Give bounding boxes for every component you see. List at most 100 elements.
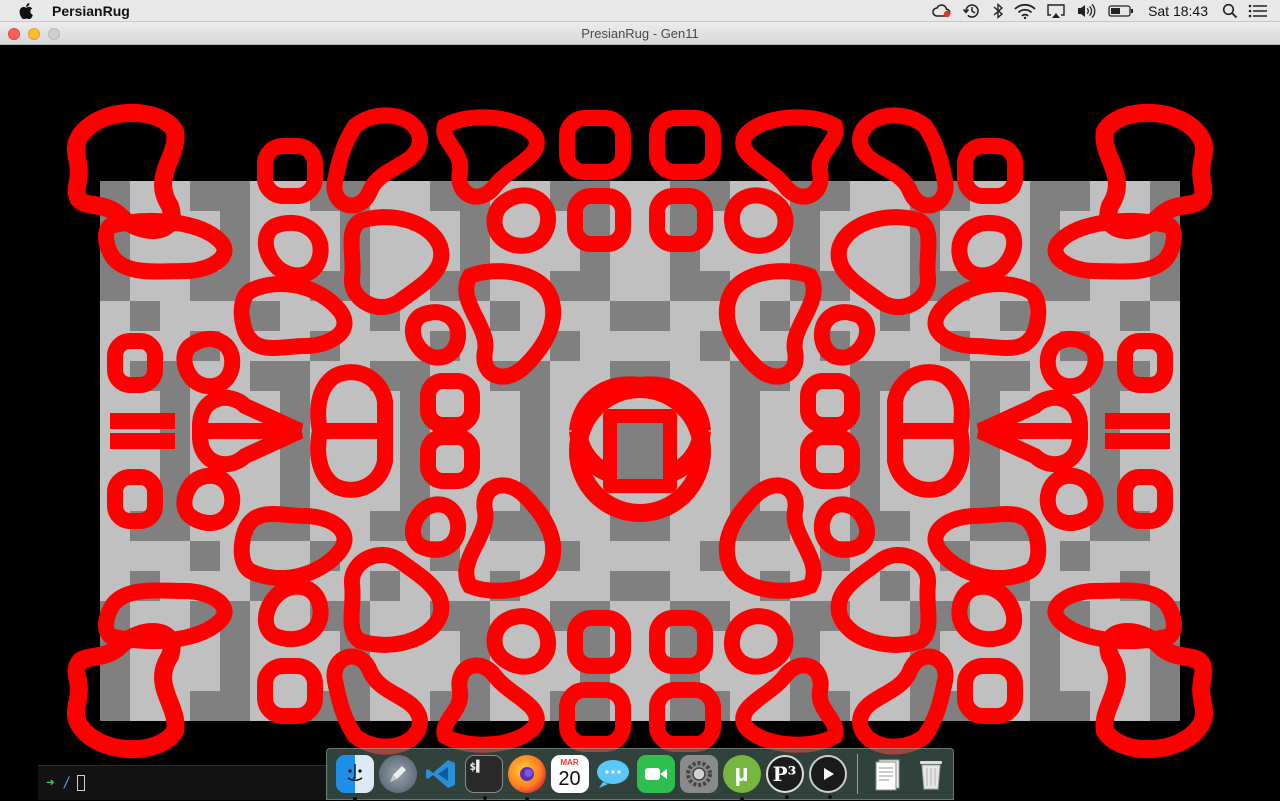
running-indicator: [784, 795, 789, 799]
window-minimize-button[interactable]: [28, 28, 40, 40]
utorrent-glyph: µ: [734, 760, 749, 787]
calendar-day: 20: [558, 768, 581, 790]
rug-check-cell: [520, 451, 550, 481]
rug-check-cell: [520, 421, 550, 451]
rug-check-cell: [730, 451, 760, 481]
rug-check-cell: [460, 601, 490, 631]
menubar-clock[interactable]: Sat 18:43: [1148, 0, 1208, 22]
dock-separator: [857, 754, 858, 794]
rug-check-cell: [490, 301, 520, 331]
terminal-glyph: $▌: [469, 760, 483, 773]
rug-check-cell: [610, 571, 640, 601]
rug-check-cell: [280, 481, 310, 511]
rug-check-cell: [730, 421, 760, 451]
rug-check-cell: [670, 271, 700, 301]
firefox-icon[interactable]: [507, 755, 546, 801]
rug-check-cell: [220, 661, 250, 691]
finder-icon[interactable]: [335, 755, 374, 801]
apple-menu-icon[interactable]: [18, 2, 34, 19]
rug-check-cell: [880, 511, 910, 541]
rug-check-cell: [1000, 361, 1030, 391]
rug-check-cell: [1060, 181, 1090, 211]
rug-check-cell: [790, 601, 820, 631]
rug-check-cell: [790, 631, 820, 661]
system-preferences-icon[interactable]: [679, 755, 718, 793]
rug-check-cell: [970, 481, 1000, 511]
rug-check-cell: [100, 271, 130, 301]
status-menus: Sat 18:43: [932, 0, 1280, 22]
facetime-icon[interactable]: [636, 755, 675, 793]
rug-check-cell: [460, 211, 490, 241]
current-path: /: [62, 775, 71, 791]
time-machine-icon[interactable]: [962, 0, 982, 22]
rug-check-cell: [1060, 691, 1090, 721]
volume-icon[interactable]: [1076, 0, 1098, 22]
rug-check-cell: [190, 691, 220, 721]
rug-check-cell: [970, 451, 1000, 481]
running-indicator: [352, 797, 357, 801]
trash-icon[interactable]: [912, 755, 950, 793]
window-zoom-button[interactable]: [48, 28, 60, 40]
terminal-prompt[interactable]: ➜ /: [38, 765, 328, 800]
menu-bar: PersianRug Sat 18:43: [0, 0, 1280, 22]
rug-check-cell: [250, 301, 280, 331]
text-cursor: [76, 775, 85, 791]
rug-check-cell: [250, 361, 280, 391]
rug-check-cell: [1030, 661, 1060, 691]
notification-center-icon[interactable]: [1248, 0, 1268, 22]
rug-check-cell: [1150, 661, 1180, 691]
battery-icon[interactable]: [1108, 0, 1134, 22]
rug-check-cell: [880, 571, 910, 601]
rug-check-cell: [1150, 271, 1180, 301]
running-indicator: [482, 796, 487, 800]
quicktime-icon[interactable]: [808, 755, 847, 799]
rug-check-cell: [1060, 541, 1090, 571]
rug-check-cell: [580, 271, 610, 301]
rug-check-cell: [190, 541, 220, 571]
rug-check-cell: [460, 631, 490, 661]
spotlight-search-icon[interactable]: [1222, 0, 1238, 22]
persian-rug-pattern: [0, 46, 1280, 800]
messages-icon[interactable]: [594, 755, 632, 793]
rug-check-cell: [100, 691, 130, 721]
rug-check-cell: [1000, 301, 1030, 331]
rug-check-cell: [220, 181, 250, 211]
calendar-icon[interactable]: MAR 20: [550, 755, 589, 793]
launchpad-icon[interactable]: [378, 755, 417, 793]
sketch-canvas[interactable]: [0, 46, 1280, 800]
vscode-icon[interactable]: [422, 755, 460, 793]
rug-check-cell: [760, 301, 790, 331]
calendar-month: MAR: [560, 758, 579, 767]
wifi-icon[interactable]: [1014, 0, 1036, 22]
window-title: PresianRug - Gen11: [581, 25, 699, 41]
rug-check-cell: [220, 631, 250, 661]
rug-check-cell: [100, 661, 130, 691]
running-indicator: [827, 795, 832, 799]
rug-check-cell: [1030, 631, 1060, 661]
creative-cloud-icon[interactable]: [932, 0, 952, 22]
window-close-button[interactable]: [8, 28, 20, 40]
rug-check-cell: [730, 391, 760, 421]
rug-check-cell: [1120, 301, 1150, 331]
running-indicator: [524, 797, 529, 801]
utorrent-icon[interactable]: µ: [722, 755, 761, 801]
window-title-bar[interactable]: PresianRug - Gen11: [0, 22, 1280, 45]
terminal-icon[interactable]: $▌: [464, 755, 503, 800]
rug-check-cell: [760, 511, 790, 541]
rug-check-cell: [490, 511, 520, 541]
rug-check-cell: [790, 211, 820, 241]
rug-check-cell: [190, 181, 220, 211]
rug-check-cell: [160, 451, 190, 481]
dock: $▌ MAR 20 µ P³: [326, 748, 954, 801]
processing-icon[interactable]: P³: [765, 755, 804, 799]
airplay-icon[interactable]: [1046, 0, 1066, 22]
rug-check-cell: [640, 571, 670, 601]
bluetooth-icon[interactable]: [992, 0, 1004, 22]
rug-check-cell: [130, 301, 160, 331]
rug-check-cell: [520, 391, 550, 421]
prompt-arrow-icon: ➜: [46, 775, 55, 791]
rug-check-cell: [1090, 451, 1120, 481]
documents-stack-icon[interactable]: [869, 755, 907, 793]
app-name-menu[interactable]: PersianRug: [52, 3, 130, 19]
rug-check-cell: [1030, 691, 1060, 721]
